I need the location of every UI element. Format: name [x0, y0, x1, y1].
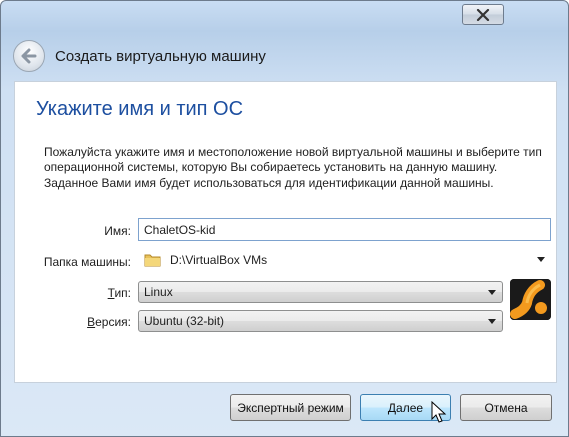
version-select[interactable]: Ubuntu (32-bit)	[138, 310, 503, 332]
chevron-down-icon	[488, 290, 496, 295]
name-input[interactable]: ChaletOS-kid	[138, 218, 551, 241]
mouse-cursor-icon	[431, 401, 447, 423]
folder-icon	[144, 254, 161, 267]
page-description: Пожалуйста укажите имя и местоположение …	[44, 145, 542, 190]
chevron-down-icon	[488, 319, 496, 324]
back-button[interactable]	[13, 40, 45, 72]
close-icon	[476, 8, 490, 21]
ubuntu-os-icon	[510, 279, 551, 320]
cancel-button[interactable]: Отмена	[460, 394, 552, 421]
close-button[interactable]	[462, 4, 504, 25]
name-label: Имя:	[104, 224, 131, 238]
type-select-value: Linux	[144, 285, 173, 299]
page-title: Укажите имя и тип ОС	[36, 98, 244, 120]
version-label: Версия:	[87, 315, 131, 329]
wizard-page: Укажите имя и тип ОС Пожалуйста укажите …	[14, 81, 557, 383]
wizard-header: Создать виртуальную машину	[6, 33, 563, 81]
name-input-value: ChaletOS-kid	[144, 222, 216, 237]
version-select-value: Ubuntu (32-bit)	[144, 314, 225, 328]
folder-label: Папка машины:	[43, 255, 131, 269]
folder-value: D:\VirtualBox VMs	[170, 253, 268, 267]
type-select[interactable]: Linux	[138, 281, 503, 303]
expert-mode-button[interactable]: Экспертный режим	[230, 394, 351, 421]
back-arrow-icon	[21, 48, 37, 64]
wizard-title: Создать виртуальную машину	[55, 48, 266, 65]
type-label: Тип:	[107, 286, 131, 300]
folder-selector[interactable]: D:\VirtualBox VMs	[138, 247, 551, 273]
wizard-window: Создать виртуальную машину Укажите имя и…	[0, 0, 569, 437]
chevron-down-icon	[537, 257, 545, 262]
